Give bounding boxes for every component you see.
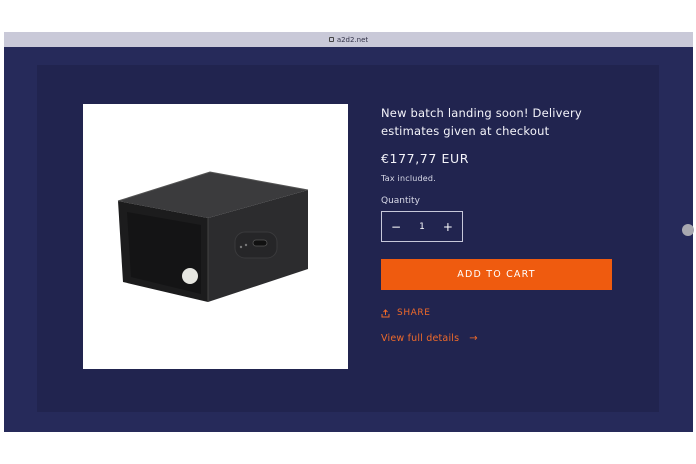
add-to-cart-button[interactable]: ADD TO CART bbox=[381, 259, 612, 290]
increment-button[interactable]: + bbox=[443, 221, 453, 233]
product-image[interactable] bbox=[83, 104, 348, 369]
arrow-right-icon: → bbox=[469, 333, 478, 344]
tax-note: Tax included. bbox=[381, 174, 436, 183]
quantity-stepper[interactable]: − 1 + bbox=[381, 211, 463, 242]
share-icon bbox=[381, 308, 390, 318]
product-price: €177,77 EUR bbox=[381, 151, 469, 166]
product-info: New batch landing soon! Delivery estimat… bbox=[381, 104, 621, 344]
quantity-label: Quantity bbox=[381, 196, 420, 206]
decrement-button[interactable]: − bbox=[391, 221, 401, 233]
quantity-value[interactable]: 1 bbox=[419, 222, 425, 232]
product-section: New batch landing soon! Delivery estimat… bbox=[37, 65, 659, 412]
share-label: SHARE bbox=[397, 308, 431, 318]
lock-icon bbox=[328, 37, 334, 42]
address-bar[interactable]: a2d2.net bbox=[4, 32, 693, 47]
device-illustration bbox=[117, 171, 309, 302]
page-background: New batch landing soon! Delivery estimat… bbox=[4, 47, 693, 432]
url-text[interactable]: a2d2.net bbox=[337, 36, 368, 44]
details-label: View full details bbox=[381, 333, 460, 344]
scroll-indicator[interactable] bbox=[682, 224, 694, 236]
browser-window: a2d2.net New batch landing soon! Deliver… bbox=[4, 32, 693, 432]
view-details-link[interactable]: View full details → bbox=[381, 333, 621, 344]
product-headline: New batch landing soon! Delivery estimat… bbox=[381, 106, 582, 138]
share-button[interactable]: SHARE bbox=[381, 308, 621, 318]
